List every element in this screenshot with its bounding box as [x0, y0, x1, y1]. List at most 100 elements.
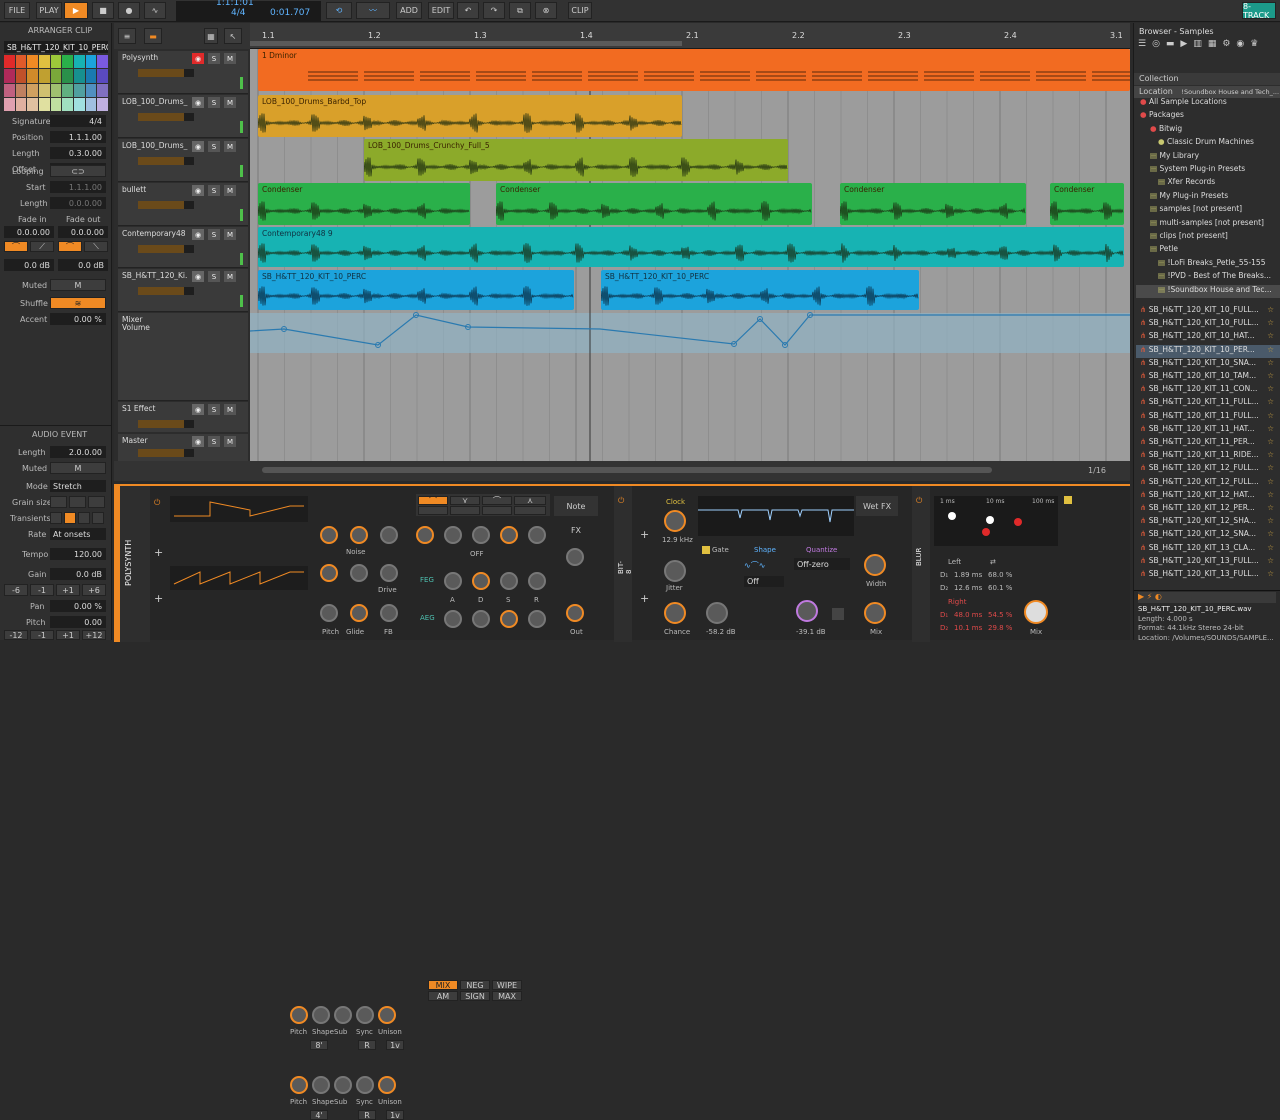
- fade-in-gain[interactable]: 0.0 dB: [4, 259, 54, 271]
- play-button[interactable]: ▶: [64, 2, 88, 19]
- favorite-star-icon[interactable]: ☆: [1267, 529, 1274, 538]
- metronome-button[interactable]: 〰: [356, 2, 390, 19]
- filter-slope-2[interactable]: [450, 506, 480, 515]
- noise-knob[interactable]: [350, 526, 368, 544]
- arranger-clip[interactable]: Condenser: [840, 183, 1026, 225]
- browser-file-item[interactable]: ⋔ SB_H&TT_120_KIT_11_HAT... ☆: [1136, 424, 1280, 437]
- collection-tab[interactable]: Collection: [1134, 73, 1280, 85]
- color-swatch[interactable]: [85, 83, 97, 97]
- clip-view-icon[interactable]: ▬: [144, 28, 162, 44]
- fb-knob[interactable]: [380, 604, 398, 622]
- color-swatch[interactable]: [62, 69, 73, 83]
- aeg-attack-knob[interactable]: [444, 610, 462, 628]
- color-swatch[interactable]: [50, 55, 62, 69]
- browser-tree-item[interactable]: ▤ !PVD - Best of The Breaks...: [1136, 271, 1280, 284]
- timeline-ruler[interactable]: 1.1 1.2 1.3 1.4 2.1 2.2 2.3 2.4 3.1: [250, 23, 1130, 49]
- cutoff-knob[interactable]: [416, 526, 434, 544]
- favorite-star-icon[interactable]: ☆: [1267, 437, 1274, 446]
- blur-node-3[interactable]: [982, 528, 990, 536]
- favorite-star-icon[interactable]: ☆: [1267, 477, 1274, 486]
- add-device-button[interactable]: +: [154, 546, 163, 559]
- mix-mode-neg[interactable]: NEG: [460, 980, 490, 990]
- favorite-star-icon[interactable]: ☆: [1267, 371, 1274, 380]
- browser-tree-item[interactable]: ● Packages: [1136, 110, 1280, 123]
- color-swatch[interactable]: [74, 83, 85, 97]
- blur-node-2[interactable]: [986, 516, 994, 524]
- arranger-clip[interactable]: Condenser: [496, 183, 812, 225]
- track-mute[interactable]: M: [224, 141, 236, 152]
- arranger-clip[interactable]: LOB_100_Drums_Crunchy_Full_5: [364, 139, 788, 181]
- browser-file-item[interactable]: ⋔ SB_H&TT_120_KIT_11_FULL... ☆: [1136, 411, 1280, 424]
- record-button[interactable]: ●: [118, 2, 140, 19]
- arranger-clip[interactable]: 1 Dminor: [258, 49, 1130, 91]
- snap-icon[interactable]: ▦: [204, 28, 218, 44]
- track-power[interactable]: ◉: [192, 97, 204, 108]
- osc-knob-shape[interactable]: [312, 1076, 330, 1094]
- color-swatch[interactable]: [74, 97, 85, 111]
- color-swatch[interactable]: [97, 69, 108, 83]
- color-swatch[interactable]: [85, 69, 97, 83]
- track-mute[interactable]: M: [224, 229, 236, 240]
- aeg-sustain-knob[interactable]: [500, 610, 518, 628]
- mix-mode-am[interactable]: AM: [428, 991, 458, 1001]
- pan-field[interactable]: 0.00 %: [50, 600, 106, 612]
- color-swatch[interactable]: [4, 83, 15, 97]
- grain-size-2[interactable]: [69, 496, 86, 508]
- mix-mod-knob[interactable]: [320, 564, 338, 582]
- color-swatch[interactable]: [97, 55, 108, 69]
- browser-file-item[interactable]: ⋔ SB_H&TT_120_KIT_11_RIDE... ☆: [1136, 450, 1280, 463]
- osc-value-button[interactable]: R: [358, 1110, 376, 1120]
- inspector-length-field[interactable]: 0.3.0.00: [50, 147, 106, 159]
- bit8-power[interactable]: ⏻: [618, 496, 624, 506]
- arranger-clip[interactable]: SB_H&TT_120_KIT_10_PERC: [601, 270, 919, 310]
- keytrack-knob[interactable]: [500, 526, 518, 544]
- feg-release-knob[interactable]: [528, 572, 546, 590]
- add-button[interactable]: ADD: [396, 2, 422, 19]
- blur-d1-left-time[interactable]: 1.89 ms: [954, 571, 982, 579]
- quantize-select[interactable]: Off-zero: [794, 558, 850, 570]
- pitch-knob[interactable]: [320, 604, 338, 622]
- track-header[interactable]: Polysynth ◉ S M: [118, 51, 248, 94]
- gain-step-minus1[interactable]: -1: [30, 584, 54, 596]
- filter-slope-1[interactable]: [418, 506, 448, 515]
- favorite-star-icon[interactable]: ☆: [1267, 384, 1274, 393]
- gate-knob[interactable]: [706, 602, 728, 624]
- pitch-step-minus1[interactable]: -1: [30, 630, 54, 640]
- file-menu-button[interactable]: FILE: [4, 2, 30, 19]
- browser-tree-item[interactable]: ● All Sample Locations: [1136, 97, 1280, 110]
- track-volume[interactable]: [138, 245, 194, 253]
- color-swatch[interactable]: [50, 97, 62, 111]
- track-header[interactable]: SB_H&TT_120_Ki... ◉ S M: [118, 269, 248, 312]
- track-mute[interactable]: M: [224, 185, 236, 196]
- osc-knob-pitch[interactable]: [290, 1006, 308, 1024]
- color-swatch[interactable]: [50, 83, 62, 97]
- grain-size-1[interactable]: [50, 496, 67, 508]
- effect-track-solo[interactable]: S: [208, 404, 220, 415]
- track-volume[interactable]: [138, 287, 194, 295]
- grain-size-3[interactable]: [88, 496, 105, 508]
- favorite-star-icon[interactable]: ☆: [1267, 490, 1274, 499]
- browser-tree-item[interactable]: ▤ multi-samples [not present]: [1136, 218, 1280, 231]
- polysynth-power[interactable]: ⏻: [154, 498, 160, 508]
- browser-file-item[interactable]: ⋔ SB_H&TT_120_KIT_12_HAT... ☆: [1136, 490, 1280, 503]
- delete-button[interactable]: ⊗: [535, 2, 557, 19]
- effect-track-mute[interactable]: M: [224, 404, 236, 415]
- effect-track-header[interactable]: S1 Effect ◉ S M: [118, 402, 248, 432]
- mix-knob[interactable]: [320, 526, 338, 544]
- osc-knob-pitch[interactable]: [290, 1076, 308, 1094]
- loop-length-field[interactable]: 0.0.0.00: [50, 197, 106, 209]
- browser-file-item[interactable]: ⋔ SB_H&TT_120_KIT_12_SHA... ☆: [1136, 516, 1280, 529]
- favorite-star-icon[interactable]: ☆: [1267, 503, 1274, 512]
- osc1-waveform-display[interactable]: [170, 496, 308, 522]
- osc-knob-sync[interactable]: [356, 1006, 374, 1024]
- highpass-icon[interactable]: ⋏: [514, 496, 546, 505]
- color-swatch[interactable]: [85, 97, 97, 111]
- aeg-release-knob[interactable]: [528, 610, 546, 628]
- mode-select[interactable]: Stretch: [50, 480, 106, 492]
- pitch-step-plus1[interactable]: +1: [56, 630, 80, 640]
- blur-d1-right-time[interactable]: 48.0 ms: [954, 611, 982, 619]
- clip-name-field[interactable]: SB_H&TT_120_KIT_10_PERC: [4, 41, 108, 53]
- track-solo[interactable]: S: [208, 271, 220, 282]
- pointer-tool-icon[interactable]: ↖: [224, 28, 242, 44]
- blur-node-1[interactable]: [948, 512, 956, 520]
